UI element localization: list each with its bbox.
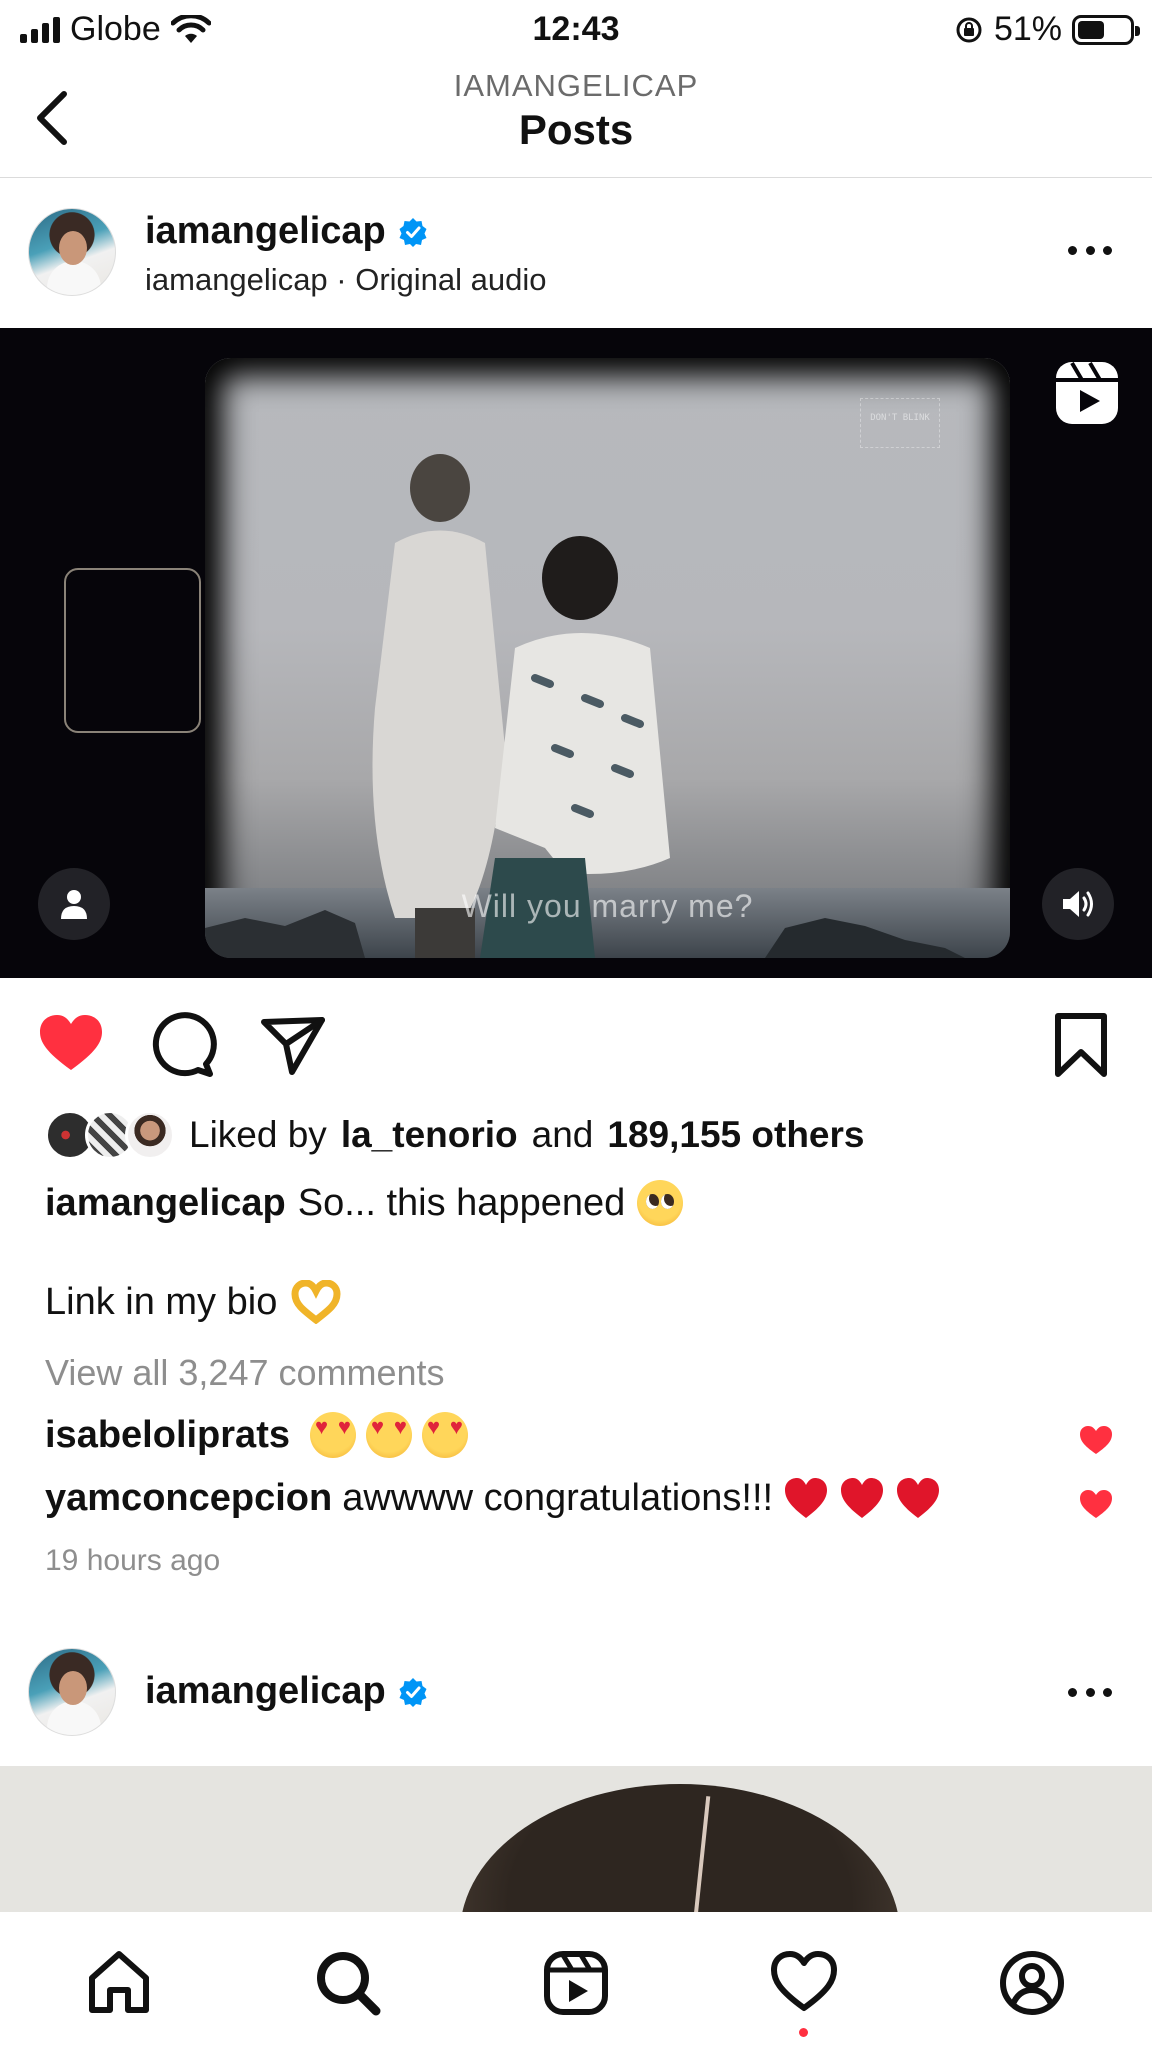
liker-avatars bbox=[45, 1110, 175, 1160]
watermark: DON'T BLINK bbox=[860, 398, 940, 448]
tagged-people-button[interactable] bbox=[38, 868, 110, 940]
status-right: 51% bbox=[954, 10, 1140, 49]
search-icon[interactable] bbox=[313, 1948, 383, 2018]
liker-username[interactable]: la_tenorio bbox=[341, 1114, 518, 1156]
comment-item: isabeloliprats bbox=[45, 1412, 468, 1458]
red-heart-emoji bbox=[897, 1478, 940, 1518]
heart-eyes-emoji bbox=[421, 1412, 468, 1458]
send-icon[interactable] bbox=[258, 1010, 328, 1080]
likes-prefix: Liked by bbox=[189, 1114, 327, 1155]
likes-count[interactable]: 189,155 others bbox=[607, 1114, 864, 1156]
more-options-icon[interactable] bbox=[1068, 1688, 1112, 1700]
sound-toggle-button[interactable] bbox=[1042, 868, 1114, 940]
activity-notification-dot bbox=[799, 2028, 808, 2037]
reels-icon bbox=[1056, 361, 1118, 424]
comment-username[interactable]: yamconcepcion bbox=[45, 1477, 332, 1520]
home-icon[interactable] bbox=[84, 1948, 154, 2018]
bio-text: Link in my bio bbox=[45, 1280, 278, 1323]
battery-percent: 51% bbox=[993, 10, 1062, 48]
top-header: IAMANGELICAP Posts bbox=[0, 60, 1152, 178]
post-username[interactable]: iamangelicap bbox=[145, 1670, 386, 1713]
original-audio-link[interactable]: iamangelicap · Original audio bbox=[145, 262, 547, 298]
heart-eyes-emoji bbox=[309, 1412, 356, 1458]
orientation-lock-icon bbox=[956, 17, 982, 42]
reels-nav-icon[interactable] bbox=[541, 1948, 611, 2018]
verified-badge-icon bbox=[399, 1677, 427, 1707]
likes-conjunction: and bbox=[531, 1114, 594, 1155]
comment-username[interactable]: isabeloliprats bbox=[45, 1414, 290, 1457]
post-actions bbox=[0, 1010, 1152, 1080]
comment-like-heart-icon[interactable] bbox=[1078, 1424, 1114, 1456]
comment-text: awwww congratulations!!! bbox=[342, 1476, 774, 1519]
caption-text: So... this happened bbox=[297, 1181, 626, 1224]
video-subtitle: Will you marry me? bbox=[461, 888, 754, 924]
speaker-icon bbox=[1063, 891, 1093, 917]
video-frame: DON'T BLINK Will you marry me? bbox=[205, 358, 1010, 958]
bottom-navigation bbox=[0, 1912, 1152, 2048]
red-heart-emoji bbox=[841, 1478, 884, 1518]
comment-icon[interactable] bbox=[148, 1010, 218, 1080]
profile-icon[interactable] bbox=[997, 1948, 1067, 2018]
page-title: Posts bbox=[518, 106, 634, 153]
caption-bio-line: Link in my bio bbox=[45, 1280, 341, 1324]
comment-item: yamconcepcion awwww congratulations!!! bbox=[45, 1476, 941, 1520]
like-heart-icon[interactable] bbox=[36, 1010, 106, 1080]
post-2-image[interactable] bbox=[0, 1766, 1152, 1912]
post-caption: iamangelicap So... this happened bbox=[45, 1180, 684, 1226]
post-header-2: iamangelicap bbox=[0, 1618, 1152, 1768]
pleading-face-emoji bbox=[637, 1180, 684, 1226]
red-heart-emoji bbox=[785, 1478, 828, 1518]
battery-icon bbox=[1072, 14, 1140, 45]
post-video[interactable]: DON'T BLINK Will you marry me? bbox=[0, 328, 1152, 978]
post-timestamp: 19 hours ago bbox=[45, 1544, 221, 1577]
post-header: iamangelicap iamangelicap · Original aud… bbox=[0, 178, 1152, 328]
caption-username[interactable]: iamangelicap bbox=[45, 1182, 286, 1225]
avatar[interactable] bbox=[28, 208, 116, 296]
heart-eyes-emoji bbox=[365, 1412, 412, 1458]
more-options-icon[interactable] bbox=[1068, 246, 1112, 258]
username-row: iamangelicap bbox=[145, 1670, 428, 1713]
status-bar: Globe 12:43 51% bbox=[0, 0, 1152, 60]
comment-like-heart-icon[interactable] bbox=[1078, 1488, 1114, 1520]
phone-outline bbox=[64, 568, 201, 733]
verified-badge-icon bbox=[399, 217, 427, 247]
hair-shape bbox=[460, 1784, 900, 1912]
username-row: iamangelicap bbox=[145, 210, 428, 253]
likes-summary[interactable]: Liked by la_tenorio and 189,155 others bbox=[45, 1110, 864, 1160]
bookmark-icon[interactable] bbox=[1046, 1010, 1116, 1080]
avatar[interactable] bbox=[28, 1648, 116, 1736]
heart-hands-emoji bbox=[291, 1280, 341, 1324]
activity-heart-icon[interactable] bbox=[769, 1948, 839, 2018]
header-subtitle: IAMANGELICAP bbox=[453, 68, 699, 103]
view-all-comments-link[interactable]: View all 3,247 comments bbox=[45, 1352, 445, 1394]
person-icon bbox=[61, 890, 87, 919]
post-username[interactable]: iamangelicap bbox=[145, 210, 386, 253]
